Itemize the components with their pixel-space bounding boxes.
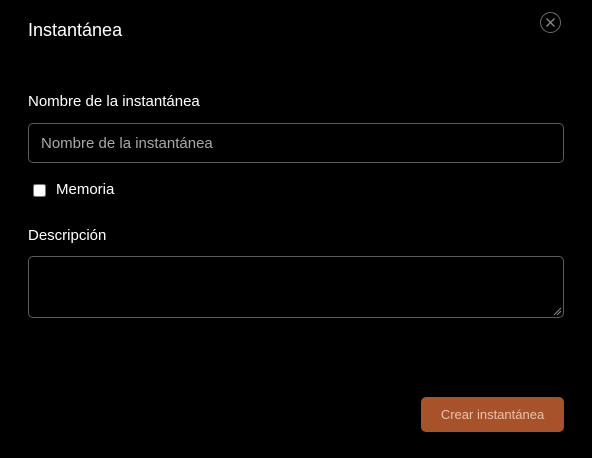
memory-checkbox-label[interactable]: Memoria bbox=[56, 181, 114, 199]
description-label: Descripción bbox=[28, 227, 107, 244]
snapshot-name-input[interactable] bbox=[28, 123, 564, 163]
memory-checkbox[interactable] bbox=[33, 183, 46, 197]
snapshot-dialog: Instantánea Nombre de la instantánea Mem… bbox=[0, 0, 592, 458]
close-button[interactable] bbox=[540, 12, 561, 33]
resize-grip-icon[interactable] bbox=[552, 306, 562, 316]
snapshot-name-label: Nombre de la instantánea bbox=[28, 93, 200, 110]
description-textarea[interactable] bbox=[28, 256, 564, 318]
dialog-title: Instantánea bbox=[28, 20, 123, 40]
create-snapshot-button[interactable]: Crear instantánea bbox=[421, 397, 564, 432]
close-icon bbox=[546, 18, 555, 27]
memory-option: Memoria bbox=[33, 180, 114, 200]
